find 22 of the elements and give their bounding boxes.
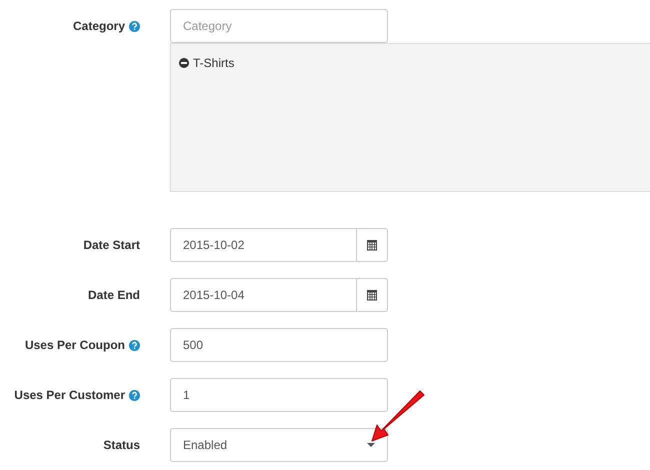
remove-icon[interactable] [179,58,189,68]
text-field[interactable]: 500 [170,328,388,362]
help-icon[interactable] [129,390,140,400]
field-label: Uses Per Customer [14,387,125,404]
status-dropdown[interactable]: Enabled [170,428,388,462]
date-field[interactable]: 2015-10-02 [170,228,356,262]
help-icon[interactable] [129,20,140,32]
category-tag: T-Shirts [193,54,234,72]
date-field[interactable]: 2015-10-04 [170,278,356,312]
calendar-icon [366,239,378,251]
calendar-button[interactable] [356,278,388,312]
caret-icon [367,443,375,447]
field-label: Date End [88,287,140,304]
calendar-button[interactable] [356,228,388,262]
field-label: Uses Per Coupon [24,337,125,354]
calendar-icon [366,289,378,301]
field-label: Category [72,18,125,35]
field-label: Status [103,437,140,454]
search-field[interactable]: Category [170,9,388,43]
help-icon[interactable] [129,340,140,350]
text-field[interactable]: 1 [170,378,388,412]
field-label: Date Start [83,237,140,254]
